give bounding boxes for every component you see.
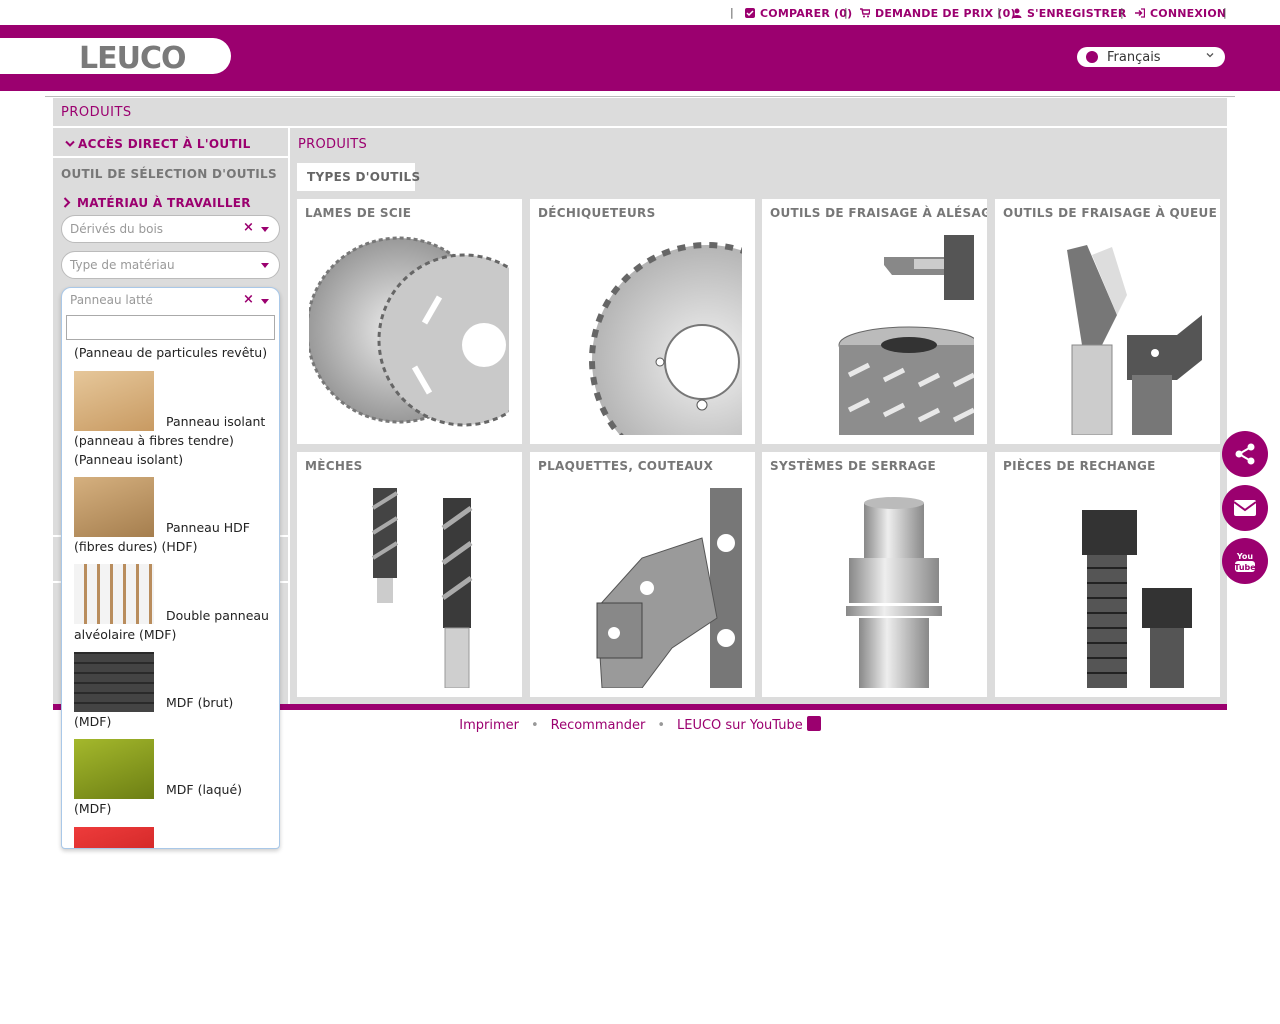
quote-link[interactable]: DEMANDE DE PRIX (0) [860,7,1016,20]
material-select-dropdown[interactable]: Panneau latté × (Panneau de particules r… [61,287,280,849]
page-title: PRODUITS [61,105,132,120]
caret-down-icon [261,227,269,232]
hogger-image [589,242,742,435]
product-card-bore-milling[interactable]: OUTILS DE FRAISAGE À ALÉSAGE [762,199,987,444]
globe-icon [1086,51,1098,63]
utility-bar: | COMPARER (0) | DEMANDE DE PRIX (0) | S… [0,0,1280,25]
divider [288,128,290,704]
youtube-icon [806,716,821,731]
clamping-system-image [846,497,942,688]
compare-label: COMPARER (0) [760,7,853,20]
clear-icon[interactable]: × [243,220,254,235]
chevron-right-icon [63,197,71,208]
card-title: LAMES DE SCIE [305,206,412,220]
svg-text:Tube: Tube [1234,563,1256,572]
tool-selector-title: OUTIL DE SÉLECTION D'OUTILS [61,167,277,181]
material-toggle[interactable]: MATÉRIAU À TRAVAILLER [63,196,251,210]
cart-icon [860,8,870,18]
user-icon [1012,8,1022,18]
product-card-hoggers[interactable]: DÉCHIQUETEURS [530,199,755,444]
saw-blade-image [309,236,509,427]
youtube-link[interactable]: LEUCO sur YouTube [677,718,803,733]
breadcrumb[interactable]: PRODUITS [298,137,367,152]
inserts-knives-image [596,488,742,688]
direct-access-label: ACCÈS DIRECT À L'OUTIL [78,137,251,151]
dropdown-option[interactable]: (Panneau de particules revêtu) [74,343,269,362]
product-card-inserts-knives[interactable]: PLAQUETTES, COUTEAUX [530,452,755,697]
product-card-spare-parts[interactable]: PIÈCES DE RECHANGE [995,452,1220,697]
site-header: LEUCO Français [0,25,1280,91]
card-title: PIÈCES DE RECHANGE [1003,459,1156,473]
material-category-select[interactable]: Dérivés du bois × [61,215,280,243]
chevron-down-icon [65,140,75,147]
register-label: S'ENREGISTRER [1027,7,1127,20]
product-card-shank-milling[interactable]: OUTILS DE FRAISAGE À QUEUE [995,199,1220,444]
select-placeholder: Type de matériau [70,258,175,272]
login-label: CONNEXION [1150,7,1227,20]
card-title: PLAQUETTES, COUTEAUX [538,459,714,473]
card-title: SYSTÈMES DE SERRAGE [770,459,937,473]
envelope-icon [1233,500,1257,516]
youtube-button[interactable]: You Tube [1222,538,1268,584]
divider: | [997,6,1001,19]
chevron-down-icon [1206,53,1214,58]
separator: • [530,718,539,733]
footer-links: Imprimer • Recommander • LEUCO sur YouTube [0,716,1280,736]
compare-link[interactable]: COMPARER (0) [745,7,852,20]
tab-label: TYPES D'OUTILS [307,170,421,184]
recommend-link[interactable]: Recommander [551,718,646,733]
share-icon [1235,443,1255,465]
print-link[interactable]: Imprimer [459,718,519,733]
dropdown-option[interactable]: Double panneau alvéolaire (MDF) [74,606,269,644]
caret-down-icon [261,299,269,304]
quote-label: DEMANDE DE PRIX (0) [875,7,1016,20]
divider [45,96,1235,97]
separator: • [657,718,665,733]
divider [53,126,1227,128]
material-label: MATÉRIAU À TRAVAILLER [77,196,251,210]
card-title: MÈCHES [305,459,363,473]
register-link[interactable]: S'ENREGISTRER [1012,7,1127,20]
dropdown-option[interactable]: Panneau HDF (fibres dures) (HDF) [74,518,269,556]
material-type-select[interactable]: Type de matériau [61,251,280,279]
dropdown-option[interactable]: Panneau isolant (panneau à fibres tendre… [74,412,269,469]
product-card-saw-blades[interactable]: LAMES DE SCIE [297,199,522,444]
product-card-drills[interactable]: MÈCHES [297,452,522,697]
sign-in-icon [1135,8,1145,18]
check-square-icon [745,8,755,18]
product-card-clamping-systems[interactable]: SYSTÈMES DE SERRAGE [762,452,987,697]
share-button[interactable] [1222,431,1268,477]
clear-icon[interactable]: × [243,292,254,307]
logo: LEUCO [79,41,186,76]
logo-link[interactable]: LEUCO [0,38,231,76]
bore-milling-tool-image [838,235,974,435]
dropdown-search-input[interactable] [66,315,275,340]
divider: | [844,6,848,19]
shank-milling-tool-image [1067,245,1202,435]
divider [53,156,288,158]
direct-access-toggle[interactable]: ACCÈS DIRECT À L'OUTIL [65,137,251,151]
language-select[interactable]: Français [1077,47,1225,67]
divider: | [730,6,734,19]
caret-down-icon [261,263,269,268]
spare-parts-image [1082,510,1192,688]
svg-text:You: You [1236,552,1254,561]
select-value: Panneau latté [70,293,153,307]
drill-bits-image [371,488,473,688]
login-link[interactable]: CONNEXION [1135,7,1226,20]
divider: | [1223,6,1227,19]
email-button[interactable] [1222,485,1268,531]
select-value: Dérivés du bois [70,222,164,236]
divider: | [1120,6,1124,19]
language-value: Français [1107,50,1161,65]
tab-tool-types[interactable]: TYPES D'OUTILS [297,163,420,191]
card-title: OUTILS DE FRAISAGE À QUEUE [1003,206,1218,220]
card-title: OUTILS DE FRAISAGE À ALÉSAGE [770,206,987,220]
card-title: DÉCHIQUETEURS [538,206,656,220]
dropdown-option[interactable]: MDF (laqué) (MDF) [74,780,269,818]
material-thumbnail [74,827,154,848]
youtube-icon: You Tube [1234,552,1256,572]
